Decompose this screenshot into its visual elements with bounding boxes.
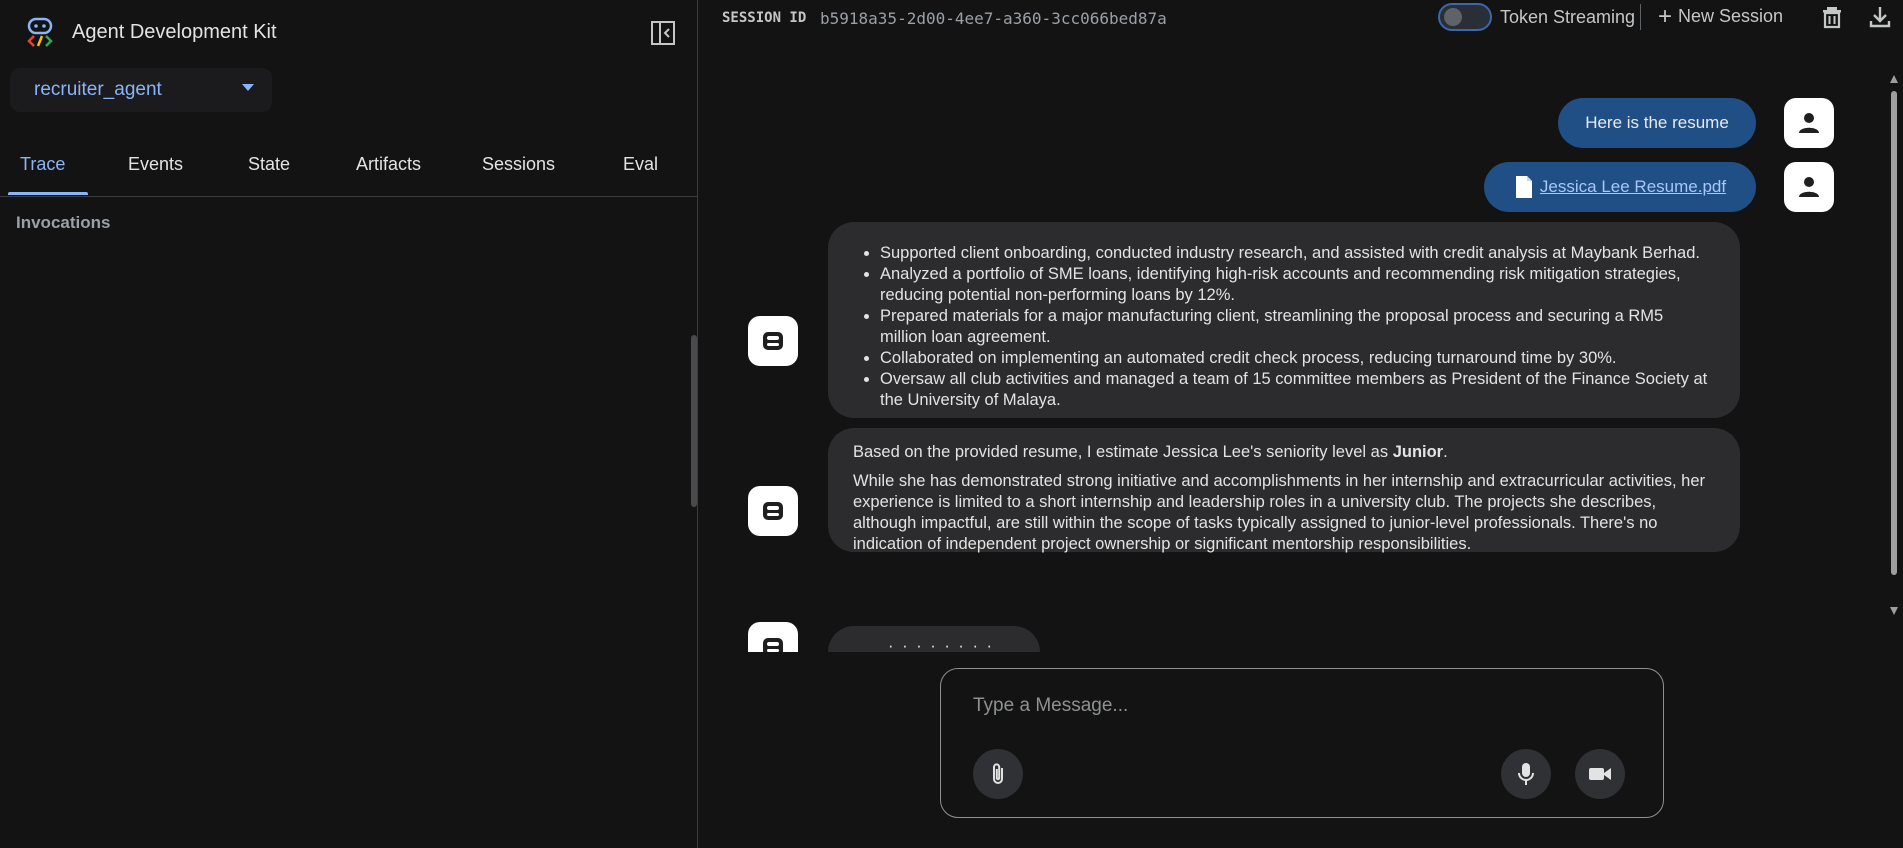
download-icon[interactable]: [1867, 4, 1893, 30]
video-camera-icon: [1589, 768, 1611, 780]
agent-message-bubble: Supported client onboarding, conducted i…: [828, 222, 1740, 418]
seniority-level: Junior: [1392, 443, 1444, 461]
user-message-text: Here is the resume: [1585, 113, 1729, 132]
document-icon: [1515, 176, 1532, 198]
user-avatar: [1784, 98, 1834, 148]
user-avatar: [1784, 162, 1834, 212]
token-streaming-label: Token Streaming: [1500, 7, 1636, 27]
person-icon: [1799, 113, 1819, 133]
robot-icon: [763, 638, 783, 652]
new-session-label: New Session: [1678, 6, 1784, 26]
new-session-button[interactable]: + New Session: [1658, 2, 1784, 30]
side-panel: Agent Development Kit recruiter_agent Tr…: [0, 0, 698, 848]
session-id-label: SESSION ID: [722, 10, 807, 26]
tab-events[interactable]: Events: [128, 154, 183, 175]
message-input[interactable]: [971, 691, 1615, 721]
toggle-knob: [1444, 8, 1462, 26]
tab-trace[interactable]: Trace: [20, 154, 65, 175]
microphone-button[interactable]: [1501, 749, 1551, 799]
agent-avatar: [748, 622, 798, 652]
list-item: Analyzed a portfolio of SME loans, ident…: [880, 264, 1712, 306]
tab-artifacts[interactable]: Artifacts: [356, 154, 421, 175]
session-header: SESSION ID b5918a35-2d00-4ee7-a360-3cc06…: [698, 0, 1903, 40]
microphone-icon: [1518, 763, 1534, 785]
attachment-link[interactable]: Jessica Lee Resume.pdf: [1540, 177, 1726, 197]
token-streaming-toggle[interactable]: [1438, 3, 1492, 31]
agent-loading-bubble: · · · · · · · ·: [828, 626, 1040, 652]
chat-scrollbar[interactable]: [1890, 75, 1898, 615]
list-item: Oversaw all club activities and managed …: [880, 369, 1712, 411]
agent-avatar: [748, 486, 798, 536]
seniority-summary: Based on the provided resume, I estimate…: [853, 443, 1448, 461]
scroll-up-arrow-icon[interactable]: [1890, 75, 1898, 83]
list-item: Collaborated on implementing an automate…: [880, 348, 1712, 369]
video-button[interactable]: [1575, 749, 1625, 799]
paperclip-icon: [993, 763, 1003, 784]
list-item: Prepared materials for a major manufactu…: [880, 306, 1712, 348]
experience-bullet-list: Supported client onboarding, conducted i…: [828, 243, 1712, 411]
attach-file-button[interactable]: [973, 749, 1023, 799]
agent-selector-value: recruiter_agent: [34, 79, 162, 100]
robot-icon: [763, 502, 783, 520]
scroll-down-arrow-icon[interactable]: [1890, 607, 1898, 615]
robot-icon: [763, 332, 783, 350]
user-file-bubble: Jessica Lee Resume.pdf: [1484, 162, 1756, 212]
invocations-heading: Invocations: [16, 213, 111, 232]
session-id-value: b5918a35-2d00-4ee7-a360-3cc066bed87a: [820, 9, 1167, 28]
person-icon: [1799, 177, 1819, 197]
tab-state[interactable]: State: [248, 154, 290, 175]
loading-indicator: · · · · · · · ·: [888, 637, 995, 652]
seniority-rationale: While she has demonstrated strong initia…: [853, 472, 1705, 553]
agent-selector[interactable]: recruiter_agent: [10, 68, 272, 112]
agent-message-bubble: Based on the provided resume, I estimate…: [828, 428, 1740, 553]
side-tabs: Trace Events State Artifacts Sessions Ev…: [0, 146, 697, 197]
brand: Agent Development Kit: [24, 16, 277, 48]
header-divider: [1640, 4, 1641, 30]
app-title: Agent Development Kit: [72, 20, 277, 43]
chat-messages[interactable]: Here is the resume Jessica Lee Resume.pd…: [698, 40, 1903, 652]
tab-eval[interactable]: Eval: [623, 154, 658, 175]
delete-icon[interactable]: [1819, 4, 1845, 30]
message-composer: [940, 668, 1664, 818]
user-message-bubble: Here is the resume: [1558, 98, 1756, 148]
chevron-down-icon: [242, 84, 254, 91]
agent-avatar: [748, 316, 798, 366]
scrollbar-thumb[interactable]: [1891, 91, 1897, 575]
side-panel-resize-handle[interactable]: [691, 335, 697, 507]
adk-logo-icon: [27, 17, 53, 47]
plus-icon: +: [1658, 2, 1673, 30]
tab-sessions[interactable]: Sessions: [482, 154, 555, 175]
collapse-panel-icon[interactable]: [650, 20, 676, 46]
active-tab-indicator: [8, 192, 88, 195]
list-item: Supported client onboarding, conducted i…: [880, 243, 1712, 264]
